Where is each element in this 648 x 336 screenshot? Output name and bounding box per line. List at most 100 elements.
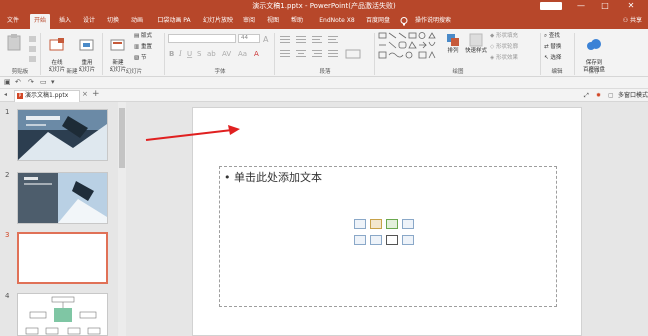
tab-endnote[interactable]: EndNote X8 xyxy=(314,14,360,29)
tab-pocket-animation[interactable]: 口袋动画 PA xyxy=(152,14,196,29)
tab-animations[interactable]: 动画 xyxy=(128,14,146,29)
slide-2-preview xyxy=(18,173,107,223)
table-icon[interactable] xyxy=(354,219,366,229)
reset-button[interactable]: ▥ 重置 xyxy=(134,43,152,51)
tab-help[interactable]: 帮助 xyxy=(288,14,306,29)
close-button[interactable]: ✕ xyxy=(620,0,642,12)
thumbnail-scrollbar[interactable] xyxy=(118,102,126,336)
font-size-combo[interactable]: 44 xyxy=(238,34,260,43)
tab-baidu-netdisk[interactable]: 百度网盘 xyxy=(364,14,392,29)
shape-fill-button[interactable]: ◆ 形状填充 xyxy=(490,32,518,40)
tab-transitions[interactable]: 切换 xyxy=(104,14,122,29)
slide-thumbnail-2[interactable] xyxy=(17,172,108,224)
arrange-label: 排列 xyxy=(447,48,459,54)
multi-window-mode-label[interactable]: 多窗口模式 xyxy=(618,89,648,102)
select-label: 选择 xyxy=(550,55,562,61)
picture-icon[interactable] xyxy=(354,235,366,245)
svg-text:Aa: Aa xyxy=(238,50,247,58)
slide-thumbnail-4[interactable] xyxy=(17,293,108,336)
shape-outline-label: 形状轮廓 xyxy=(495,44,518,50)
reset-label: 重置 xyxy=(140,44,152,50)
group-label-clipboard: 剪贴板 xyxy=(11,69,29,75)
thumb-number: 4 xyxy=(5,292,10,300)
font-grow-icon[interactable]: A xyxy=(262,34,272,43)
redo-icon[interactable]: ↷ xyxy=(28,78,34,86)
tab-home[interactable]: 开始 xyxy=(30,14,50,29)
content-placeholder[interactable]: • 单击此处添加文本 xyxy=(219,166,557,307)
separator xyxy=(102,33,103,75)
find-button[interactable]: ⌕ 查找 xyxy=(544,32,560,40)
tab-insert[interactable]: 插入 xyxy=(56,14,74,29)
quick-access-toolbar: ▣ ↶ ↷ ▭ ▾ xyxy=(0,77,648,89)
customize-qat-icon[interactable]: ▾ xyxy=(51,78,55,86)
shape-outline-button[interactable]: ◇ 形状轮廓 xyxy=(490,43,518,51)
svg-text:I: I xyxy=(178,50,182,58)
cloud-icon xyxy=(587,39,601,50)
section-button[interactable]: ▧ 节 xyxy=(134,54,146,62)
tab-file[interactable]: 文件 xyxy=(4,14,22,29)
document-tab[interactable]: P 演示文稿1.pptx xyxy=(14,90,80,102)
font-formatting-icons: B I U S ab AV Aa A xyxy=(169,50,259,58)
icons-icon[interactable] xyxy=(402,235,414,245)
replace-button[interactable]: ⇄ 替换 xyxy=(544,43,561,51)
tab-nav-icon[interactable]: ◂ xyxy=(4,91,7,98)
share-button[interactable]: ⚇ 共享 xyxy=(623,14,642,27)
group-label-drawing: 绘图 xyxy=(452,69,464,75)
online-picture-icon[interactable] xyxy=(370,235,382,245)
smartart-icon[interactable] xyxy=(386,219,398,229)
insert-content-icons xyxy=(354,219,418,251)
3d-model-icon[interactable] xyxy=(402,219,414,229)
shapes-gallery[interactable] xyxy=(378,32,440,64)
fit-window-icon[interactable]: ⤢ xyxy=(584,89,589,102)
group-label-new: 新建 xyxy=(66,69,78,75)
account-badge[interactable] xyxy=(540,2,562,10)
separator xyxy=(574,33,575,75)
reset-icon: ▥ xyxy=(134,44,141,50)
slide-4-preview xyxy=(18,294,107,335)
separator xyxy=(164,33,165,75)
separator xyxy=(540,33,541,75)
section-label: 节 xyxy=(140,55,147,61)
ribbon-home: 剪贴板 在线 幻灯片 重用 幻灯片 新建 新建 幻灯片 ▤ 版式 ▥ 重置 ▧ … xyxy=(0,29,648,77)
red-arrow-annotation xyxy=(145,125,240,141)
chart-icon[interactable] xyxy=(370,219,382,229)
window-mode-strip: ⤢ ✹ ▢ 多窗口模式 xyxy=(582,89,648,102)
arrange-icon xyxy=(447,34,459,46)
tab-design[interactable]: 设计 xyxy=(80,14,98,29)
gear-icon[interactable]: ✹ xyxy=(596,89,601,102)
select-button[interactable]: ↖ 选择 xyxy=(544,54,561,62)
font-name-combo[interactable] xyxy=(168,34,236,43)
clipboard-icon xyxy=(7,34,21,51)
shape-effects-button[interactable]: ◈ 形状效果 xyxy=(490,54,518,62)
slide-thumbnail-1[interactable] xyxy=(17,109,108,161)
tab-view[interactable]: 视图 xyxy=(264,14,282,29)
tab-slideshow[interactable]: 幻灯片放映 xyxy=(200,14,236,29)
maximize-button[interactable]: □ xyxy=(594,0,616,12)
quick-styles-icon xyxy=(469,33,483,47)
minimize-button[interactable]: — xyxy=(570,0,592,12)
person-icon: ⚇ xyxy=(622,17,630,24)
tell-me-search[interactable]: 操作说明搜索 xyxy=(410,14,456,29)
find-label: 查找 xyxy=(548,33,560,39)
tab-review[interactable]: 审阅 xyxy=(240,14,258,29)
slide-add-icon xyxy=(49,38,64,51)
new-tab-button[interactable]: + xyxy=(92,89,100,99)
slide-thumbnail-3[interactable] xyxy=(17,232,108,284)
layout-button[interactable]: ▤ 版式 xyxy=(134,32,152,40)
paste-button[interactable] xyxy=(4,33,24,52)
clipboard-small-icons xyxy=(29,36,36,62)
document-tab-name: 演示文稿1.pptx xyxy=(25,92,69,99)
powerpoint-file-icon: P xyxy=(17,93,23,99)
save-icon[interactable]: ▣ xyxy=(4,78,11,86)
undo-icon[interactable]: ↶ xyxy=(15,78,21,86)
scrollbar-thumb[interactable] xyxy=(119,108,125,168)
quick-styles-button[interactable]: 快速样式 xyxy=(464,33,488,55)
close-tab-button[interactable]: × xyxy=(82,90,88,98)
ribbon-tab-bar: 文件 开始 插入 设计 切换 动画 口袋动画 PA 幻灯片放映 审阅 视图 帮助… xyxy=(0,12,648,29)
arrange-button[interactable]: 排列 xyxy=(444,33,462,55)
reuse-slides-icon xyxy=(79,39,94,51)
placeholder-text: • 单击此处添加文本 xyxy=(224,171,322,184)
video-icon[interactable] xyxy=(386,235,398,245)
start-slideshow-icon[interactable]: ▭ xyxy=(40,78,47,86)
svg-text:S: S xyxy=(197,50,202,58)
